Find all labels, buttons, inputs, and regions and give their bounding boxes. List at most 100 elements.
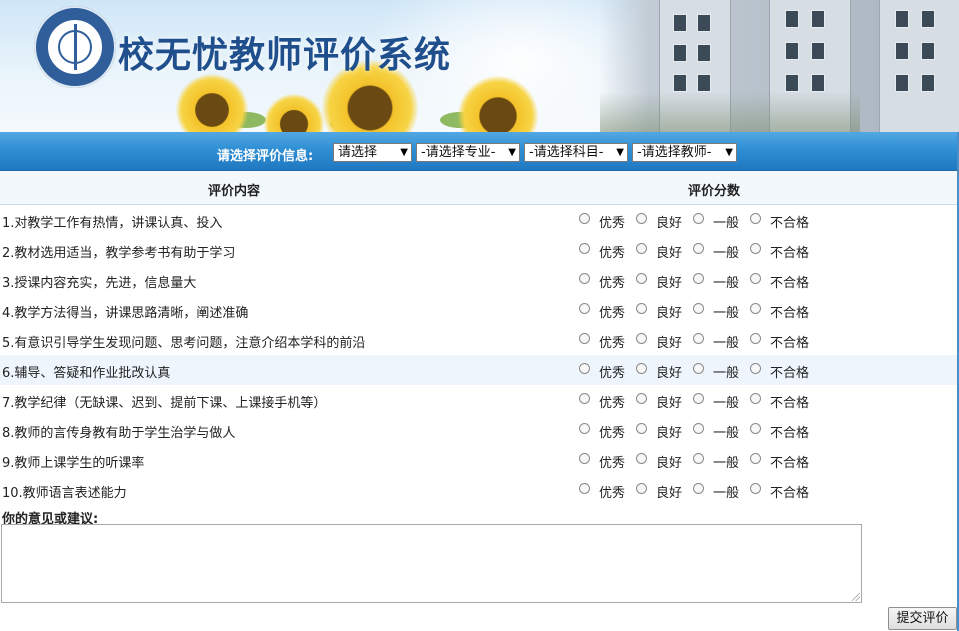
- option-label: 不合格: [770, 486, 810, 501]
- question-text: 1.对教学工作有热情，讲课认真、投入: [2, 216, 223, 231]
- question-text: 3.授课内容充实，先进，信息量大: [2, 276, 197, 291]
- question-text: 5.有意识引导学生发现问题、思考问题，注意介绍本学科的前沿: [2, 336, 366, 351]
- window: [895, 42, 909, 60]
- major-select-value: -请选择专业-: [421, 145, 496, 160]
- radio-button[interactable]: [693, 483, 704, 494]
- radio-button[interactable]: [693, 393, 704, 404]
- dropdown-arrow-icon: ▼: [400, 147, 408, 158]
- question-text: 10.教师语言表述能力: [2, 486, 127, 501]
- radio-button[interactable]: [579, 213, 590, 224]
- radio-button[interactable]: [750, 303, 761, 314]
- radio-button[interactable]: [579, 363, 590, 374]
- option-label: 良好: [656, 216, 683, 231]
- option-label: 良好: [656, 366, 683, 381]
- radio-button[interactable]: [750, 393, 761, 404]
- option-label: 优秀: [599, 306, 626, 321]
- resize-grip-icon[interactable]: [852, 593, 860, 601]
- radio-button[interactable]: [693, 243, 704, 254]
- option-label: 良好: [656, 306, 683, 321]
- radio-button[interactable]: [636, 243, 647, 254]
- radio-button[interactable]: [636, 483, 647, 494]
- teacher-select[interactable]: -请选择教师- ▼: [632, 143, 737, 162]
- option-label: 良好: [656, 276, 683, 291]
- radio-button[interactable]: [750, 273, 761, 284]
- radio-button[interactable]: [693, 333, 704, 344]
- radio-button[interactable]: [636, 393, 647, 404]
- table-row: 4.教学方法得当，讲课思路清晰，阐述准确 优秀 良好 一般 不合格: [0, 295, 959, 325]
- building-wall: [879, 0, 959, 132]
- major-select[interactable]: -请选择专业- ▼: [416, 143, 520, 162]
- batch-select-value: 请选择: [338, 145, 378, 160]
- radio-button[interactable]: [750, 423, 761, 434]
- radio-button[interactable]: [693, 303, 704, 314]
- caduceus-icon: [74, 24, 77, 70]
- suggestion-textarea[interactable]: [1, 524, 862, 603]
- window: [673, 74, 687, 92]
- radio-button[interactable]: [579, 303, 590, 314]
- table-header: 评价内容 评价分数: [0, 171, 959, 205]
- radio-button[interactable]: [693, 423, 704, 434]
- radio-button[interactable]: [579, 333, 590, 344]
- radio-button[interactable]: [636, 273, 647, 284]
- radio-button[interactable]: [693, 213, 704, 224]
- window: [785, 74, 799, 92]
- table-row: 1.对教学工作有热情，讲课认真、投入 优秀 良好 一般 不合格: [0, 205, 959, 235]
- radio-button[interactable]: [579, 453, 590, 464]
- option-label: 不合格: [770, 426, 810, 441]
- option-label: 优秀: [599, 456, 626, 471]
- logo-emblem: [46, 18, 104, 76]
- window: [673, 14, 687, 32]
- radio-button[interactable]: [750, 363, 761, 374]
- radio-button[interactable]: [636, 423, 647, 434]
- radio-button[interactable]: [636, 453, 647, 464]
- question-text: 7.教学纪律（无缺课、迟到、提前下课、上课接手机等）: [2, 396, 327, 411]
- window: [673, 44, 687, 62]
- radio-button[interactable]: [693, 453, 704, 464]
- option-label: 良好: [656, 396, 683, 411]
- radio-button[interactable]: [750, 483, 761, 494]
- radio-button[interactable]: [636, 213, 647, 224]
- option-label: 优秀: [599, 276, 626, 291]
- radio-button[interactable]: [579, 393, 590, 404]
- radio-button[interactable]: [579, 243, 590, 254]
- radio-button[interactable]: [636, 333, 647, 344]
- subject-select-value: -请选择科目-: [529, 145, 604, 160]
- submit-button[interactable]: 提交评价: [888, 607, 957, 630]
- question-text: 4.教学方法得当，讲课思路清晰，阐述准确: [2, 306, 249, 321]
- radio-button[interactable]: [750, 333, 761, 344]
- radio-button[interactable]: [579, 273, 590, 284]
- option-label: 一般: [713, 246, 740, 261]
- table-row: 7.教学纪律（无缺课、迟到、提前下课、上课接手机等） 优秀 良好 一般 不合格: [0, 385, 959, 415]
- option-label: 良好: [656, 456, 683, 471]
- radio-button[interactable]: [693, 363, 704, 374]
- question-text: 6.辅导、答疑和作业批改认真: [2, 366, 171, 381]
- option-label: 一般: [713, 456, 740, 471]
- batch-select[interactable]: 请选择 ▼: [333, 143, 412, 162]
- window: [895, 74, 909, 92]
- window: [921, 42, 935, 60]
- window: [785, 42, 799, 60]
- filter-bar: 请选择评价信息: 请选择 ▼ -请选择专业- ▼ -请选择科目- ▼ -请选择教…: [0, 132, 959, 171]
- radio-button[interactable]: [750, 453, 761, 464]
- option-label: 不合格: [770, 336, 810, 351]
- question-text: 8.教师的言传身教有助于学生治学与做人: [2, 426, 236, 441]
- subject-select[interactable]: -请选择科目- ▼: [524, 143, 628, 162]
- option-label: 一般: [713, 366, 740, 381]
- radio-button[interactable]: [579, 483, 590, 494]
- window: [811, 42, 825, 60]
- table-row: 8.教师的言传身教有助于学生治学与做人 优秀 良好 一般 不合格: [0, 415, 959, 445]
- option-label: 不合格: [770, 396, 810, 411]
- column-header-content: 评价内容: [208, 184, 261, 199]
- radio-button[interactable]: [693, 273, 704, 284]
- radio-button[interactable]: [579, 423, 590, 434]
- radio-button[interactable]: [750, 243, 761, 254]
- dropdown-arrow-icon: ▼: [725, 147, 733, 158]
- radio-button[interactable]: [750, 213, 761, 224]
- table-row: 5.有意识引导学生发现问题、思考问题，注意介绍本学科的前沿 优秀 良好 一般 不合格: [0, 325, 959, 355]
- option-label: 一般: [713, 276, 740, 291]
- trees: [600, 92, 860, 132]
- table-row: 3.授课内容充实，先进，信息量大 优秀 良好 一般 不合格: [0, 265, 959, 295]
- radio-button[interactable]: [636, 363, 647, 374]
- radio-button[interactable]: [636, 303, 647, 314]
- option-label: 优秀: [599, 426, 626, 441]
